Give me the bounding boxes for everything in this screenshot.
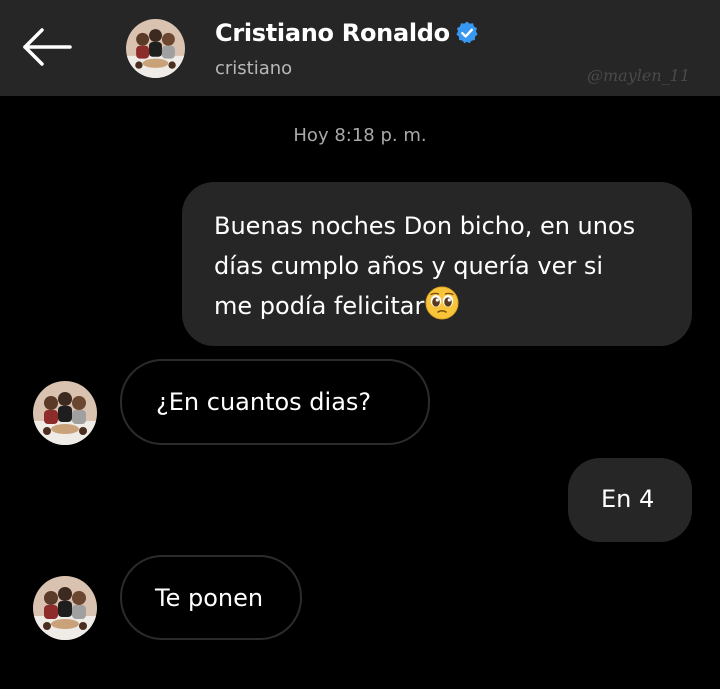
- profile-avatar[interactable]: [126, 19, 185, 78]
- avatar-photo: [126, 19, 185, 78]
- verified-badge-icon: [456, 21, 478, 44]
- pleading-face-emoji: [425, 286, 459, 320]
- display-name: Cristiano Ronaldo: [215, 19, 450, 47]
- message-line: días cumplo años y quería ver si: [214, 252, 604, 280]
- message-text: Te ponen: [155, 584, 264, 612]
- message-text: En 4: [601, 485, 655, 513]
- outgoing-message[interactable]: En 4: [568, 458, 692, 542]
- incoming-message[interactable]: Te ponen: [120, 555, 302, 640]
- chat-header: Cristiano Ronaldo cristiano @maylen_11: [0, 0, 720, 96]
- message-line: Buenas noches Don bicho, en unos: [214, 212, 636, 240]
- sender-avatar[interactable]: [33, 381, 97, 445]
- avatar-photo: [33, 576, 97, 640]
- message-text: ¿En cuantos dias?: [156, 388, 372, 416]
- back-button[interactable]: [18, 22, 74, 72]
- sender-avatar[interactable]: [33, 576, 97, 640]
- name-row[interactable]: Cristiano Ronaldo: [215, 16, 480, 50]
- arrow-left-icon: [23, 28, 72, 66]
- watermark: @maylen_11: [587, 66, 690, 85]
- message-timestamp: Hoy 8:18 p. m.: [293, 125, 427, 146]
- avatar-photo: [33, 381, 97, 445]
- username: cristiano: [215, 58, 293, 79]
- incoming-message[interactable]: ¿En cuantos dias?: [120, 359, 430, 445]
- outgoing-message[interactable]: Buenas noches Don bicho, en unos días cu…: [182, 182, 692, 346]
- message-line-text: me podía felicitar: [214, 292, 425, 320]
- message-line-last: me podía felicitar: [214, 286, 664, 326]
